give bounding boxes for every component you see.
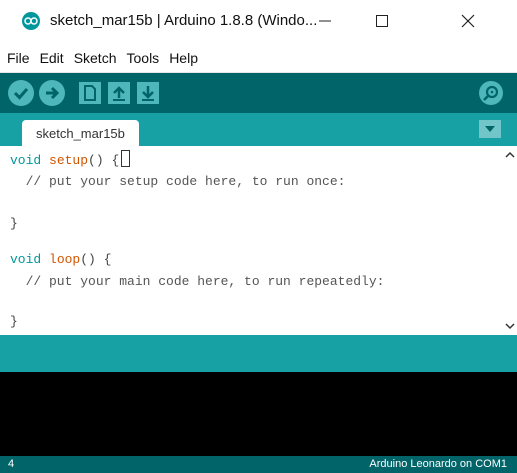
line-number: 4 [8,458,15,470]
console-output[interactable] [0,372,517,456]
arduino-logo-icon [22,12,40,30]
code-function-name: setup [49,153,89,168]
save-button[interactable] [137,82,159,104]
menu-sketch[interactable]: Sketch [71,50,120,66]
code-line: // put your main code here, to run repea… [10,274,385,289]
close-icon [461,14,475,28]
tab-strip: sketch_mar15b [0,113,517,146]
open-button[interactable] [108,82,130,104]
menu-file[interactable]: File [4,50,33,66]
code-line: // put your setup code here, to run once… [10,174,346,189]
upload-button[interactable] [39,80,65,106]
toolbar [0,73,517,113]
code-function-name: loop [49,252,81,267]
scroll-down-icon[interactable] [503,319,517,333]
code-line: } [10,314,18,329]
chevron-down-icon [485,126,495,132]
message-bar [0,335,517,372]
menu-help[interactable]: Help [166,50,201,66]
editor-scrollbar[interactable] [503,146,517,335]
verify-icon [13,88,29,100]
code-line: } [10,216,18,231]
verify-button[interactable] [8,80,34,106]
code-keyword: void [10,153,42,168]
maximize-icon [376,15,388,27]
code-line: void setup() { [10,150,131,170]
code-editor[interactable]: void setup() { // put your setup code he… [0,146,517,335]
minimize-button[interactable] [305,6,345,36]
tab-label: sketch_mar15b [36,125,125,141]
upload-icon [46,86,60,100]
code-keyword: void [10,252,42,267]
status-bar: 4 Arduino Leonardo on COM1 [0,456,517,473]
maximize-button[interactable] [362,6,402,36]
serial-monitor-button[interactable] [479,81,503,105]
new-button[interactable] [79,82,101,104]
serial-monitor-icon [483,85,499,101]
text-cursor [121,150,131,167]
code-line: void loop() { [10,250,111,270]
new-icon [84,85,96,101]
arduino-ide-window: sketch_mar15b | Arduino 1.8.8 (Windo... … [0,0,517,473]
board-port-info: Arduino Leonardo on COM1 [369,458,507,470]
menu-bar: File Edit Sketch Tools Help [0,44,517,73]
scroll-up-icon[interactable] [503,148,517,162]
close-button[interactable] [448,6,488,36]
code-text: () { [88,153,120,168]
title-bar: sketch_mar15b | Arduino 1.8.8 (Windo... [0,0,517,44]
minimize-icon [319,20,331,22]
open-icon [113,86,125,101]
tab-menu-button[interactable] [479,120,501,138]
menu-edit[interactable]: Edit [37,50,67,66]
menu-tools[interactable]: Tools [124,50,163,66]
window-title: sketch_mar15b | Arduino 1.8.8 (Windo... [50,12,318,29]
tab-sketch[interactable]: sketch_mar15b [22,120,139,146]
code-text: () { [80,252,112,267]
save-icon [142,86,154,101]
